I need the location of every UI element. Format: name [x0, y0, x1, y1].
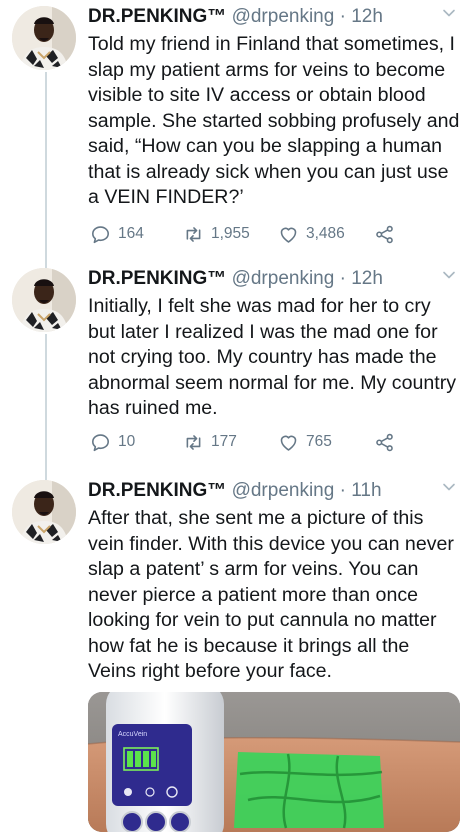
tweet[interactable]: DR.PENKING™ @drpenking · 11h After that,… — [0, 478, 472, 688]
avatar[interactable] — [12, 268, 76, 332]
like-icon — [278, 432, 299, 453]
avatar[interactable] — [12, 480, 76, 544]
avatar[interactable] — [12, 6, 76, 70]
timestamp[interactable]: 12h — [351, 268, 383, 289]
author-handle[interactable]: @drpenking — [232, 480, 335, 501]
separator-dot: · — [339, 480, 346, 501]
share-icon — [374, 432, 395, 453]
vein-finder-photo: AccuVein — [88, 692, 460, 832]
like-button[interactable]: 765 — [278, 430, 332, 454]
tweet[interactable]: DR.PENKING™ @drpenking · 12h Told my fri… — [0, 4, 472, 254]
separator-dot: · — [339, 6, 346, 27]
author-handle[interactable]: @drpenking — [232, 6, 335, 27]
share-button[interactable] — [374, 222, 402, 246]
author-name[interactable]: DR.PENKING™ — [88, 268, 226, 289]
tweet[interactable]: DR.PENKING™ @drpenking · 12h Initially, … — [0, 266, 472, 466]
retweet-icon — [183, 432, 204, 453]
retweet-icon — [183, 224, 204, 245]
retweet-button[interactable]: 177 — [183, 430, 237, 454]
like-count: 765 — [306, 433, 332, 450]
author-name[interactable]: DR.PENKING™ — [88, 6, 226, 27]
timestamp[interactable]: 12h — [351, 6, 383, 27]
tweet-header: DR.PENKING™ @drpenking · 11h — [88, 478, 462, 504]
author-name[interactable]: DR.PENKING™ — [88, 480, 226, 501]
like-button[interactable]: 3,486 — [278, 222, 345, 246]
reply-icon — [90, 224, 111, 245]
retweet-count: 177 — [211, 433, 237, 450]
reply-button[interactable]: 164 — [90, 222, 144, 246]
tweet-media-image[interactable]: AccuVein — [88, 692, 460, 832]
share-icon — [374, 224, 395, 245]
chevron-down-icon[interactable] — [442, 480, 456, 494]
tweet-text: Initially, I felt she was mad for her to… — [88, 295, 457, 419]
share-button[interactable] — [374, 430, 402, 454]
action-bar: 10 177 765 — [88, 430, 460, 454]
timestamp[interactable]: 11h — [351, 480, 381, 501]
tweet-header: DR.PENKING™ @drpenking · 12h — [88, 266, 462, 292]
reply-count: 10 — [118, 433, 136, 450]
retweet-button[interactable]: 1,955 — [183, 222, 250, 246]
separator-dot: · — [339, 268, 346, 289]
reply-count: 164 — [118, 225, 144, 242]
action-bar: 164 1,955 3,486 — [88, 222, 460, 246]
tweet-header: DR.PENKING™ @drpenking · 12h — [88, 4, 462, 30]
like-count: 3,486 — [306, 225, 345, 242]
chevron-down-icon[interactable] — [442, 268, 456, 282]
tweet-text: Told my friend in Finland that sometimes… — [88, 33, 460, 208]
device-label: AccuVein — [118, 731, 147, 738]
retweet-count: 1,955 — [211, 225, 250, 242]
chevron-down-icon[interactable] — [442, 6, 456, 20]
author-handle[interactable]: @drpenking — [232, 268, 335, 289]
like-icon — [278, 224, 299, 245]
reply-icon — [90, 432, 111, 453]
reply-button[interactable]: 10 — [90, 430, 135, 454]
tweet-text: After that, she sent me a picture of thi… — [88, 507, 454, 682]
